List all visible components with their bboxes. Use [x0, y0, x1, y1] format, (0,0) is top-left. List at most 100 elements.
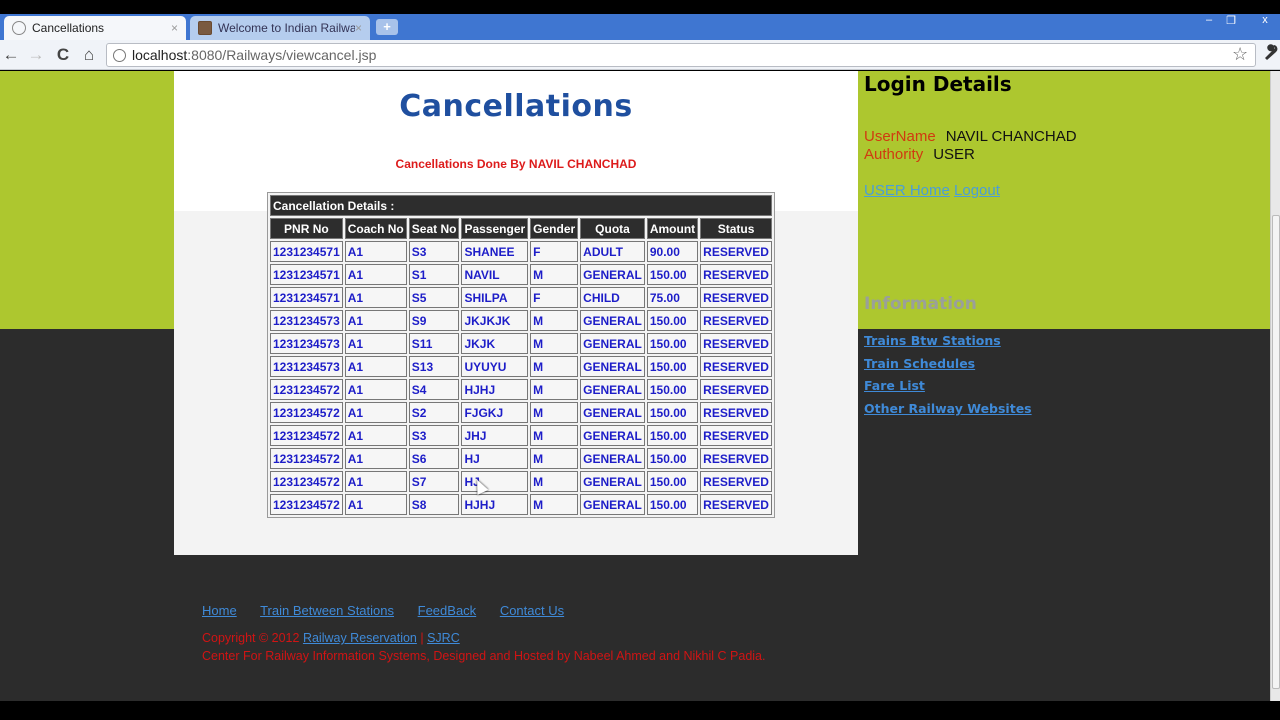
- scrollbar-thumb[interactable]: [1272, 215, 1280, 689]
- table-cell: HJ: [461, 448, 529, 469]
- globe-icon: [12, 21, 26, 35]
- table-cell: A1: [344, 379, 407, 400]
- footer-link-train-between-stations[interactable]: Train Between Stations: [260, 603, 394, 618]
- table-row: 1231234572 A1 S6 HJ M GENERAL 150.00 RESERVED: [270, 448, 772, 469]
- table-cell: F: [530, 241, 579, 262]
- copyright-line: Copyright © 2012 Railway Reservation | S…: [202, 631, 460, 645]
- table-cell: 150.00: [646, 448, 699, 469]
- table-cell: 150.00: [646, 471, 699, 492]
- footer-link-contact-us[interactable]: Contact Us: [500, 603, 564, 618]
- address-bar[interactable]: localhost:8080/Railways/viewcancel.jsp: [106, 43, 1256, 67]
- url-path: :8080/Railways/viewcancel.jsp: [187, 47, 377, 63]
- table-cell: RESERVED: [700, 471, 772, 492]
- railway-favicon-icon: [198, 21, 212, 35]
- table-cell: 1231234571: [270, 241, 343, 262]
- table-cell: RESERVED: [700, 287, 772, 308]
- table-cell: S8: [408, 494, 460, 515]
- table-cell: A1: [344, 471, 407, 492]
- user-home-link[interactable]: USER Home: [864, 182, 950, 199]
- info-link-other-railway-websites[interactable]: Other Railway Websites: [864, 401, 1032, 424]
- table-cell: HJHJ: [461, 379, 529, 400]
- table-cell: S4: [408, 379, 460, 400]
- table-cell: GENERAL: [580, 310, 645, 331]
- table-cell: RESERVED: [700, 448, 772, 469]
- authority-row: Authority USER: [864, 146, 975, 163]
- new-tab-button[interactable]: +: [376, 19, 398, 35]
- table-cell: 150.00: [646, 264, 699, 285]
- table-cell: A1: [344, 310, 407, 331]
- table-cell: M: [530, 471, 579, 492]
- username-label: UserName: [864, 128, 936, 145]
- info-link-fare-list[interactable]: Fare List: [864, 378, 1032, 401]
- authority-value: USER: [933, 146, 975, 163]
- table-cell: ADULT: [580, 241, 645, 262]
- close-window-button[interactable]: x: [1254, 14, 1276, 26]
- table-cell: 150.00: [646, 402, 699, 423]
- table-cell: RESERVED: [700, 264, 772, 285]
- table-cell: M: [530, 333, 579, 354]
- table-row: 1231234573 A1 S13 UYUYU M GENERAL 150.00 RESERV…: [270, 356, 772, 377]
- back-button[interactable]: ←: [0, 44, 22, 66]
- close-tab-icon[interactable]: ×: [171, 21, 178, 35]
- table-cell: 1231234572: [270, 425, 343, 446]
- minimize-button[interactable]: –: [1198, 14, 1220, 26]
- table-cell: A1: [344, 287, 407, 308]
- table-cell: 150.00: [646, 494, 699, 515]
- table-cell: A1: [344, 264, 407, 285]
- table-cell: 1231234571: [270, 287, 343, 308]
- table-cell: 1231234573: [270, 333, 343, 354]
- authority-label: Authority: [864, 146, 924, 163]
- table-row: 1231234573 A1 S9 JKJKJK M GENERAL 150.00 RESERV…: [270, 310, 772, 331]
- column-header: PNR No: [270, 218, 343, 239]
- table-cell: M: [530, 402, 579, 423]
- info-link-train-schedules[interactable]: Train Schedules: [864, 356, 1032, 379]
- tab-welcome-indian-railway[interactable]: Welcome to Indian Railway ×: [190, 16, 370, 40]
- main-content: Cancellations Cancellations Done By NAVI…: [174, 71, 858, 555]
- logout-link[interactable]: Logout: [954, 182, 1000, 199]
- table-cell: 1231234572: [270, 402, 343, 423]
- bookmark-star-icon[interactable]: ☆: [1232, 44, 1248, 65]
- table-cell: S3: [408, 241, 460, 262]
- footer-link-feedback[interactable]: FeedBack: [418, 603, 477, 618]
- sjrc-link[interactable]: SJRC: [427, 631, 460, 645]
- page-info-icon[interactable]: [113, 48, 126, 62]
- footer-link-home[interactable]: Home: [202, 603, 237, 618]
- table-cell: GENERAL: [580, 402, 645, 423]
- maximize-button[interactable]: ❐: [1220, 14, 1242, 27]
- information-links: Trains Btw Stations Train Schedules Fare…: [864, 333, 1032, 424]
- table-cell: S7: [408, 471, 460, 492]
- table-cell: 150.00: [646, 333, 699, 354]
- table-cell: M: [530, 379, 579, 400]
- column-header: Gender: [530, 218, 579, 239]
- home-button[interactable]: ⌂: [78, 44, 100, 66]
- railway-reservation-link[interactable]: Railway Reservation: [303, 631, 417, 645]
- table-cell: RESERVED: [700, 425, 772, 446]
- table-cell: S9: [408, 310, 460, 331]
- close-tab-icon[interactable]: ×: [355, 21, 362, 35]
- vertical-scrollbar[interactable]: [1270, 71, 1280, 701]
- table-cell: GENERAL: [580, 264, 645, 285]
- table-cell: S13: [408, 356, 460, 377]
- table-row: 1231234572 A1 S8 HJHJ M GENERAL 150.00 RESERVED: [270, 494, 772, 515]
- tab-cancellations[interactable]: Cancellations ×: [4, 16, 186, 40]
- table-cell: GENERAL: [580, 448, 645, 469]
- footer-nav: Home Train Between Stations FeedBack Con…: [202, 603, 584, 618]
- wrench-menu-icon[interactable]: [1262, 44, 1278, 65]
- table-cell: RESERVED: [700, 379, 772, 400]
- info-link-trains-btw-stations[interactable]: Trains Btw Stations: [864, 333, 1032, 356]
- cancellations-subtitle: Cancellations Done By NAVIL CHANCHAD: [395, 157, 637, 171]
- table-cell: A1: [344, 425, 407, 446]
- table-row: 1231234571 A1 S1 NAVIL M GENERAL 150.00 RESERVE…: [270, 264, 772, 285]
- table-cell: S6: [408, 448, 460, 469]
- table-cell: GENERAL: [580, 379, 645, 400]
- table-cell: JKJKJK: [461, 310, 529, 331]
- table-cell: RESERVED: [700, 402, 772, 423]
- table-cell: 1231234572: [270, 471, 343, 492]
- table-cell: GENERAL: [580, 494, 645, 515]
- table-cell: FJGKJ: [461, 402, 529, 423]
- table-cell: 1231234573: [270, 356, 343, 377]
- cancellation-table: Cancellation Details : PNR No Coach No Sea…: [267, 192, 775, 518]
- username-row: UserName NAVIL CHANCHAD: [864, 128, 1077, 145]
- forward-button[interactable]: →: [25, 44, 47, 66]
- reload-button[interactable]: C: [52, 44, 74, 66]
